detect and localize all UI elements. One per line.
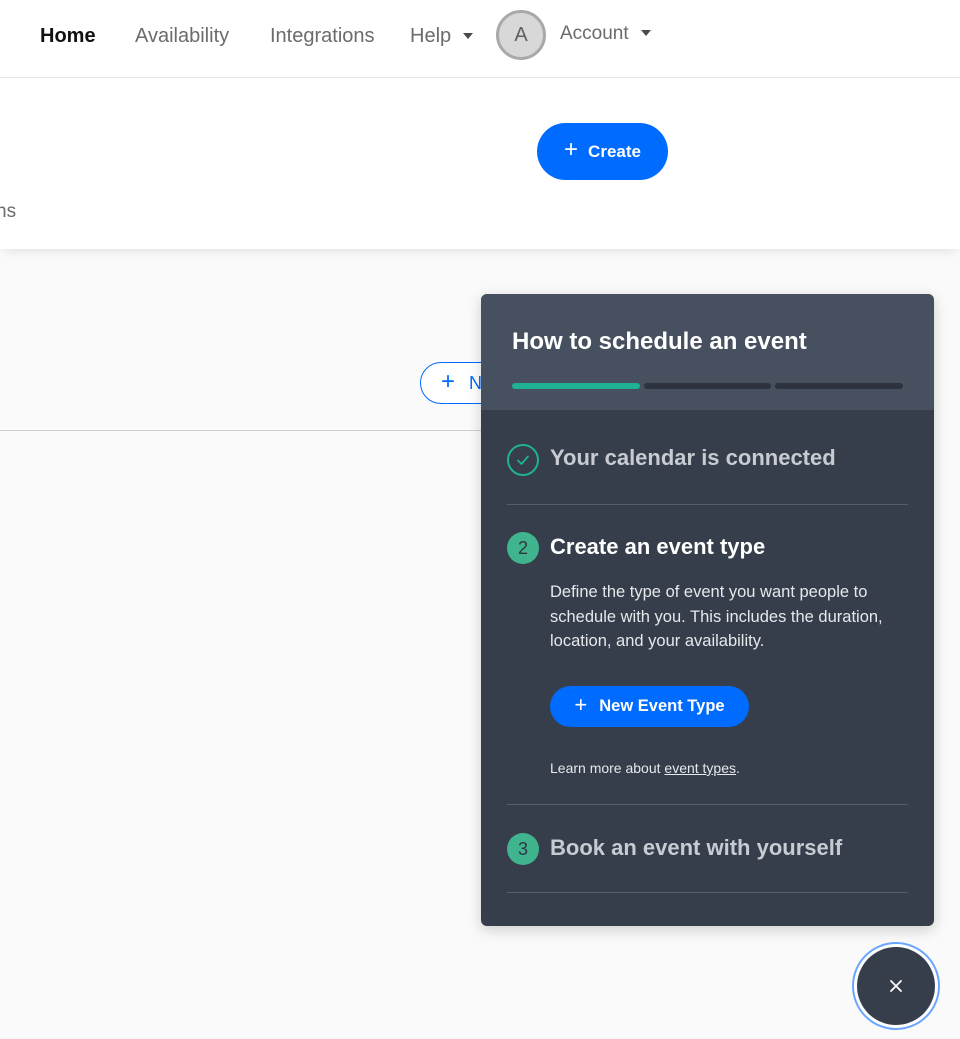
- nav-integrations[interactable]: Integrations: [270, 22, 375, 50]
- nav-help-label: Help: [410, 25, 452, 47]
- step-2-title[interactable]: Create an event type: [550, 534, 765, 560]
- learn-more-prefix: Learn more about: [550, 760, 665, 776]
- learn-more-suffix: .: [736, 760, 740, 776]
- chevron-down-icon: [463, 32, 474, 39]
- step-3-number: 3: [507, 833, 539, 865]
- close-fab-ring: [852, 942, 940, 1030]
- top-nav: Home Availability Integrations Help A Ac…: [0, 0, 960, 78]
- content-divider: [0, 430, 490, 431]
- nav-account-label: Account: [560, 23, 629, 44]
- step-1-title[interactable]: Your calendar is connected: [550, 445, 836, 471]
- step-2-description: Define the type of event you want people…: [550, 583, 883, 650]
- nav-help[interactable]: Help: [410, 22, 474, 50]
- header-subtitle-clipped: ns: [0, 201, 17, 222]
- check-circle-icon: [507, 444, 539, 476]
- progress-segment: [512, 383, 640, 389]
- progress-segment: [643, 383, 772, 389]
- create-button-label: Create: [588, 141, 641, 161]
- chevron-down-icon: [640, 29, 651, 36]
- plus-icon: +: [564, 136, 579, 163]
- event-types-link[interactable]: event types: [664, 760, 736, 776]
- plus-icon: +: [441, 367, 456, 395]
- nav-availability[interactable]: Availability: [135, 22, 229, 50]
- page-header: + Create ns: [0, 79, 960, 249]
- new-event-type-button-label: New Event Type: [599, 697, 725, 715]
- close-onboarding-button[interactable]: [857, 947, 935, 1025]
- step-2-number: 2: [507, 532, 539, 564]
- divider: [507, 504, 908, 505]
- close-icon: [890, 980, 902, 992]
- onboarding-progress: [512, 383, 904, 389]
- create-button[interactable]: + Create: [537, 123, 668, 180]
- check-icon: [517, 455, 529, 465]
- step-3-title[interactable]: Book an event with yourself: [550, 835, 842, 861]
- divider: [507, 892, 908, 893]
- onboarding-panel: How to schedule an event Your calendar i…: [481, 294, 934, 926]
- nav-account[interactable]: Account: [560, 20, 651, 48]
- avatar[interactable]: A: [496, 10, 546, 60]
- onboarding-title: How to schedule an event: [512, 328, 807, 355]
- onboarding-panel-header: How to schedule an event: [481, 294, 934, 410]
- progress-segment: [775, 383, 904, 389]
- divider: [507, 804, 908, 805]
- nav-home[interactable]: Home: [40, 22, 96, 50]
- learn-more-text: Learn more about event types.: [550, 760, 740, 776]
- plus-icon: +: [574, 692, 588, 717]
- new-event-type-button[interactable]: + New Event Type: [550, 686, 749, 727]
